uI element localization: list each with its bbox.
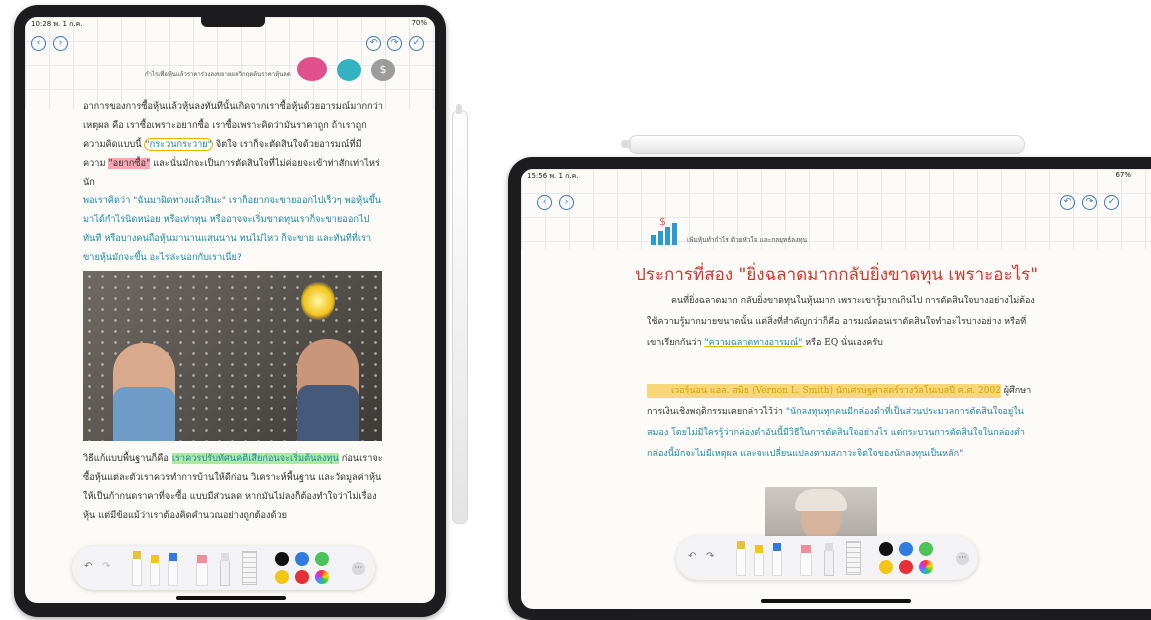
color-black[interactable] <box>879 542 893 556</box>
status-bar-time: 15:56 พ. 1 ก.ค. <box>527 172 579 180</box>
color-blue[interactable] <box>899 542 913 556</box>
color-yellow[interactable] <box>879 560 893 574</box>
left-screen: 10:28 พ. 1 ก.ค. 70% ‹ › ↶ ↷ ✓ กำไรเพื่อห… <box>25 17 435 603</box>
right-screen: 15:56 พ. 1 ก.ค. 67% ‹ › ↶ ↷ ✓ $ เพิ่มหุ้… <box>521 169 1151 609</box>
marker-tool[interactable] <box>150 555 160 586</box>
undo-tool-icon[interactable]: ↶ <box>688 551 696 562</box>
pencil-tool[interactable] <box>168 553 178 586</box>
apple-pencil-horizontal <box>621 135 1025 154</box>
redo-tool-icon[interactable]: ↷ <box>102 561 110 572</box>
color-blue[interactable] <box>295 552 309 566</box>
back-icon[interactable]: ‹ <box>537 195 552 210</box>
camera-dots <box>201 17 265 27</box>
back-icon[interactable]: ‹ <box>31 36 46 51</box>
undo-icon[interactable]: ↶ <box>366 36 381 51</box>
color-black[interactable] <box>275 552 289 566</box>
coin-icon: $ <box>371 59 395 81</box>
pencil-tool[interactable] <box>772 543 782 576</box>
man-left <box>113 343 175 441</box>
more-icon[interactable]: ··· <box>956 552 969 565</box>
markup-toolbar[interactable]: ↶ ↷ ··· <box>676 536 978 580</box>
color-green[interactable] <box>919 542 933 556</box>
paragraph-1: อาการของการซื้อหุ้นแล้วหุ้นลงทันทีนั้นเก… <box>83 101 383 188</box>
chart-icon: $ <box>649 215 683 245</box>
underlined-term: "ความฉลาดทางอารมณ์" <box>704 338 803 348</box>
paragraph-2: พอเราคิดว่า "ฉันมาผิดทางแล้วสินะ" เราก็อ… <box>83 195 382 263</box>
ipad-portrait: 10:28 พ. 1 ก.ค. 70% ‹ › ↶ ↷ ✓ กำไรเพื่อห… <box>14 5 446 617</box>
paragraph-2: เวอร์นอน แอล. สมิธ (Vernon L. Smith) นัก… <box>647 384 1032 459</box>
color-green[interactable] <box>315 552 329 566</box>
highlight-want: "อยากซื้อ" <box>108 158 151 169</box>
lightbulb-icon <box>301 281 335 321</box>
markup-toolbar[interactable]: ↶ ↷ ··· <box>72 546 375 590</box>
eraser-tool[interactable] <box>800 545 812 576</box>
speech-bubble-icon <box>297 57 327 81</box>
home-indicator <box>176 596 286 600</box>
lasso-tool[interactable] <box>220 553 230 586</box>
color-red[interactable] <box>899 560 913 574</box>
ruler-tool[interactable] <box>846 541 861 575</box>
article-image <box>83 271 382 441</box>
apple-pencil-vertical <box>452 104 468 524</box>
man-right <box>297 339 359 441</box>
header-caption: กำไรเพื่อหุ้นแล้วราคาร่วงลงขยายผลวิกฤตต้… <box>145 71 291 78</box>
forward-icon[interactable]: › <box>559 195 574 210</box>
circled-word: "กระวนกระวาย" <box>144 138 213 151</box>
ipad-landscape: 15:56 พ. 1 ก.ค. 67% ‹ › ↶ ↷ ✓ $ เพิ่มหุ้… <box>508 157 1151 620</box>
color-red[interactable] <box>295 570 309 584</box>
done-check-icon[interactable]: ✓ <box>409 36 424 51</box>
ruler-tool[interactable] <box>242 551 257 585</box>
pen-tool[interactable] <box>132 551 142 586</box>
eraser-tool[interactable] <box>196 555 208 586</box>
marker-tool[interactable] <box>754 545 764 576</box>
redo-icon[interactable]: ↷ <box>1082 195 1097 210</box>
color-yellow[interactable] <box>275 570 289 584</box>
color-picker-icon[interactable] <box>919 560 933 574</box>
paragraph-1: คนที่ยิ่งฉลาดมาก กลับยิ่งขาดทุนในหุ้นมาก… <box>647 296 1035 348</box>
status-bar-battery: 70% <box>411 19 427 27</box>
lasso-tool[interactable] <box>824 543 834 576</box>
redo-tool-icon[interactable]: ↷ <box>706 551 714 562</box>
highlight-vernon-smith: เวอร์นอน แอล. สมิธ (Vernon L. Smith) นัก… <box>647 384 1001 398</box>
undo-tool-icon[interactable]: ↶ <box>84 561 92 572</box>
more-icon[interactable]: ··· <box>352 562 365 575</box>
header-caption: เพิ่มหุ้นทำกำไร ด้วยหัวใจ และกลยุทธ์ลงทุ… <box>687 236 808 244</box>
undo-icon[interactable]: ↶ <box>1060 195 1075 210</box>
status-bar-battery: 67% <box>1115 171 1131 179</box>
status-bar-time: 10:28 พ. 1 ก.ค. <box>31 20 83 28</box>
color-picker-icon[interactable] <box>315 570 329 584</box>
forward-icon[interactable]: › <box>53 36 68 51</box>
paragraph-3: วิธีแก้แบบพื้นฐานก็คือ เราควรปรับทัศนคติ… <box>83 453 383 521</box>
done-check-icon[interactable]: ✓ <box>1104 195 1119 210</box>
chart-icon <box>337 59 361 81</box>
section-title: ประการที่สอง "ยิ่งฉลาดมากกลับยิ่งขาดทุน … <box>635 265 1039 285</box>
highlight-attitude: เราควรปรับทัศนคติเสียก่อนจะเริ่มต้นลงทุน <box>171 453 339 464</box>
redo-icon[interactable]: ↷ <box>387 36 402 51</box>
pen-tool[interactable] <box>736 541 746 576</box>
home-indicator <box>761 599 911 603</box>
